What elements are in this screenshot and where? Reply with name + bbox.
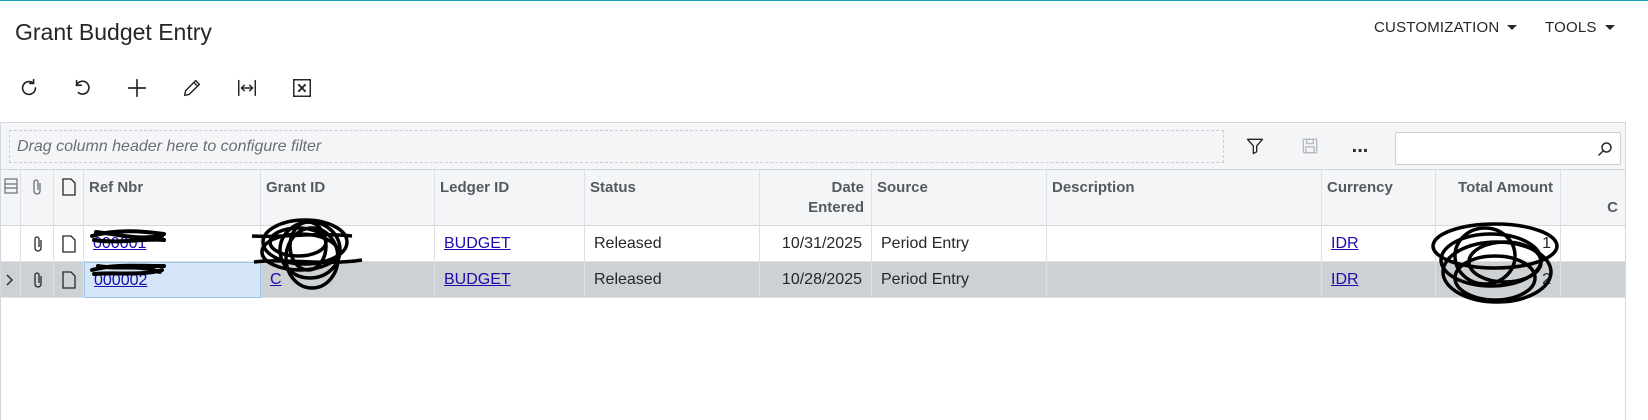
save-icon	[1302, 138, 1318, 154]
ledger-id-link[interactable]: BUDGET	[444, 235, 511, 252]
cell-ref-nbr[interactable]: 000002	[84, 262, 261, 298]
cell-source: Period Entry	[872, 226, 1047, 262]
cell-status: Released	[585, 262, 760, 298]
search-input[interactable]	[1396, 133, 1586, 164]
chevron-right-icon	[6, 274, 13, 286]
column-header-grant-id[interactable]: Grant ID	[261, 170, 435, 226]
customization-menu-label: CUSTOMIZATION	[1374, 19, 1500, 36]
column-header-ledger-id[interactable]: Ledger ID	[435, 170, 585, 226]
cell-next	[1561, 262, 1625, 298]
export-excel-button[interactable]	[287, 73, 317, 103]
cell-description	[1047, 262, 1322, 298]
tools-menu[interactable]: TOOLS	[1545, 19, 1615, 36]
row-attachments[interactable]	[21, 262, 54, 298]
tools-menu-label: TOOLS	[1545, 19, 1597, 36]
cell-date-entered: 10/28/2025	[760, 262, 872, 298]
row-indicator	[1, 226, 21, 262]
undo-button[interactable]	[68, 73, 98, 103]
cell-ledger-id[interactable]: BUDGET	[435, 262, 585, 298]
note-icon	[62, 271, 76, 289]
save-filter-button[interactable]	[1296, 132, 1324, 160]
filter-drop-zone[interactable]: Drag column header here to configure fil…	[9, 130, 1224, 163]
column-header-next[interactable]: C	[1561, 170, 1625, 226]
cell-grant-id[interactable]	[261, 226, 435, 262]
grant-budget-grid: Drag column header here to configure fil…	[0, 122, 1626, 420]
export-excel-icon	[293, 79, 311, 97]
cell-next	[1561, 226, 1625, 262]
column-header-status[interactable]: Status	[585, 170, 760, 226]
row-notes[interactable]	[54, 262, 84, 298]
note-icon	[62, 178, 76, 196]
top-accent-bar	[0, 0, 1648, 3]
column-header-currency[interactable]: Currency	[1322, 170, 1436, 226]
cell-status: Released	[585, 226, 760, 262]
refresh-icon	[21, 78, 37, 96]
column-header-source[interactable]: Source	[872, 170, 1047, 226]
table-row[interactable]: 000001 BUDGET Released 10/31/2025 Period…	[1, 226, 1625, 262]
customization-menu[interactable]: CUSTOMIZATION	[1374, 19, 1518, 36]
paperclip-icon	[34, 236, 42, 252]
fit-columns-icon	[238, 79, 256, 97]
grid-header: Ref Nbr Grant ID Ledger ID Status Date E…	[1, 170, 1625, 226]
ref-nbr-link[interactable]: 000002	[94, 272, 147, 289]
undo-icon	[75, 79, 90, 95]
cell-ref-nbr[interactable]: 000001	[84, 226, 261, 262]
cell-description	[1047, 226, 1322, 262]
grant-id-link[interactable]: C	[270, 271, 282, 288]
column-settings-icon	[4, 178, 18, 194]
note-icon	[62, 235, 76, 253]
ledger-id-link[interactable]: BUDGET	[444, 271, 511, 288]
currency-link[interactable]: IDR	[1331, 271, 1359, 288]
row-attachments[interactable]	[21, 226, 54, 262]
fit-columns-button[interactable]	[232, 73, 262, 103]
add-icon	[127, 78, 147, 98]
paperclip-icon	[33, 179, 41, 195]
chevron-down-icon	[1507, 25, 1518, 30]
filter-icon	[1246, 138, 1264, 155]
ref-nbr-link[interactable]: 000001	[93, 235, 146, 252]
cell-source: Period Entry	[872, 262, 1047, 298]
edit-button[interactable]	[177, 73, 207, 103]
column-settings-header[interactable]	[1, 170, 21, 226]
search-icon[interactable]	[1596, 140, 1614, 158]
cell-ledger-id[interactable]: BUDGET	[435, 226, 585, 262]
column-header-date-entered[interactable]: Date Entered	[760, 170, 872, 226]
column-header-description[interactable]: Description	[1047, 170, 1322, 226]
row-indicator	[1, 262, 21, 298]
cell-date-entered: 10/31/2025	[760, 226, 872, 262]
filter-button[interactable]	[1241, 132, 1269, 160]
attachments-header[interactable]	[21, 170, 54, 226]
add-button[interactable]	[122, 73, 152, 103]
cell-currency[interactable]: IDR	[1322, 226, 1436, 262]
edit-icon	[183, 79, 201, 97]
refresh-button[interactable]	[14, 73, 44, 103]
cell-grant-id[interactable]: C	[261, 262, 435, 298]
row-notes[interactable]	[54, 226, 84, 262]
page-title: Grant Budget Entry	[15, 19, 212, 45]
cell-total-amount: 2	[1436, 262, 1561, 298]
filter-bar: Drag column header here to configure fil…	[1, 123, 1625, 170]
chevron-down-icon	[1604, 25, 1615, 30]
search-box	[1395, 132, 1621, 165]
notes-header[interactable]	[54, 170, 84, 226]
cell-currency[interactable]: IDR	[1322, 262, 1436, 298]
table-row-selected[interactable]: 000002 C BUDGET Released 10/28/2025 Peri…	[1, 262, 1625, 298]
cell-total-amount: 1	[1436, 226, 1561, 262]
column-header-total-amount[interactable]: Total Amount	[1436, 170, 1561, 226]
paperclip-icon	[34, 272, 42, 288]
more-options-button[interactable]: ...	[1346, 132, 1374, 160]
column-header-ref-nbr[interactable]: Ref Nbr	[84, 170, 261, 226]
currency-link[interactable]: IDR	[1331, 235, 1359, 252]
